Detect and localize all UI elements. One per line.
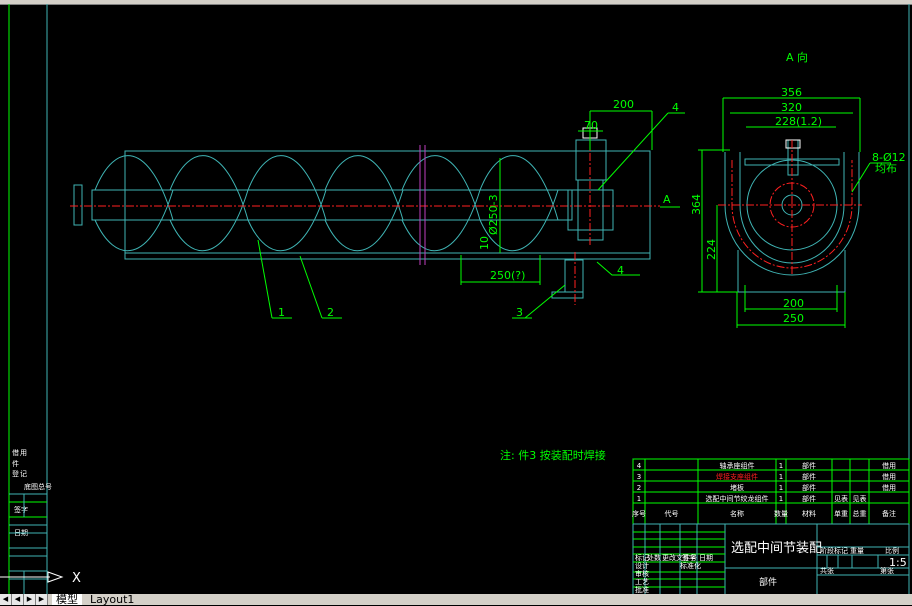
bom-cell-material: 部件 xyxy=(802,483,816,492)
dim-diameter: Ø250-3 xyxy=(487,194,500,235)
view-label: A 向 xyxy=(786,50,808,64)
bom-header-remark: 备注 xyxy=(882,509,896,518)
title-block-label: 阶段标记 xyxy=(820,546,848,555)
title-block-label: 日期 xyxy=(699,554,713,562)
left-strip: 借 用 件 登 记 底图总号 签字 日期 xyxy=(9,448,52,594)
title-block-label: 设计 xyxy=(635,561,649,570)
bom-cell-no: 2 xyxy=(637,484,641,492)
bom-table: 4 轴承座组件 1 部件 借用3 焊接支座组件 1 部件 借用2 堵板 1 部件 借用1 选配中间节绞龙组… xyxy=(632,458,910,524)
bom-cell-no: 3 xyxy=(637,473,641,481)
tab-last-button[interactable]: ▶ xyxy=(36,594,48,605)
tab-prev-button[interactable]: ◀ xyxy=(12,594,24,605)
balloon-2: 2 xyxy=(327,306,334,319)
cad-drawing-canvas[interactable]: 借 用 件 登 记 底图总号 签字 日期 X 200 70 250(?) Ø25… xyxy=(0,4,912,594)
bom-cell-no: 4 xyxy=(637,462,642,470)
flight xyxy=(401,155,481,252)
balloon-1: 1 xyxy=(278,306,285,319)
trough-outline xyxy=(124,150,651,260)
flight xyxy=(169,155,249,252)
bom-header-name: 名称 xyxy=(730,509,744,518)
bom-cell-qty: 1 xyxy=(779,473,783,481)
dim-250: 250 xyxy=(783,312,804,325)
flight xyxy=(94,155,174,252)
bom-header-no: 序号 xyxy=(632,509,646,518)
support-bracket xyxy=(564,259,584,293)
bom-cell-qty: 1 xyxy=(779,495,783,503)
svg-text:X: X xyxy=(72,571,81,586)
bom-cell-material: 部件 xyxy=(802,461,816,470)
bom-cell-material: 部件 xyxy=(802,494,816,503)
flight xyxy=(247,155,327,252)
title-block: 4 轴承座组件 1 部件 借用3 焊接支座组件 1 部件 借用2 堵板 1 部件 借用1 选配中间节绞龙组… xyxy=(632,458,910,594)
bom-cell-name: 堵板 xyxy=(730,483,744,492)
dim-320: 320 xyxy=(781,101,802,114)
title-block-label: 批准 xyxy=(635,585,649,594)
dim-356: 356 xyxy=(781,86,802,99)
strip-label: 借 xyxy=(12,448,19,457)
bom-cell-qty: 1 xyxy=(779,462,783,470)
balloon-3: 3 xyxy=(516,306,523,319)
title-block-label: 工艺 xyxy=(635,578,649,586)
bom-header-unit_wt: 单重 xyxy=(834,509,848,518)
tab-layout1[interactable]: Layout1 xyxy=(86,594,138,605)
assembly-note: 注: 件3 按装配时焊接 xyxy=(500,448,606,462)
side-view-a[interactable]: A 向 356 320 228(1.2) 364 224 200 250 8-Ø… xyxy=(690,50,906,328)
drawing-title: 选配中间节装配 xyxy=(731,541,822,556)
bom-header-total_wt: 总重 xyxy=(853,509,867,518)
weld-symbol: 4 xyxy=(617,264,624,277)
title-block-label: 签字 xyxy=(682,553,696,562)
tab-first-button[interactable]: ◀ xyxy=(0,594,12,605)
main-view[interactable]: 200 70 250(?) Ø250-3 10 4 A 1 2 3 4 xyxy=(70,98,685,319)
dim-pitch: 250(?) xyxy=(490,269,525,282)
title-block-label: 共张 xyxy=(820,566,834,575)
dim-10: 10 xyxy=(478,236,491,250)
bom-header-material: 材料 xyxy=(802,509,816,518)
bom-cell-no: 1 xyxy=(637,495,641,503)
title-block-label: 审核 xyxy=(635,569,649,578)
dim-70: 70 xyxy=(584,119,598,132)
bom-cell-total_wt: 见表 xyxy=(853,494,867,503)
bom-cell-name: 焊接支座组件 xyxy=(716,472,758,481)
bom-cell-qty: 1 xyxy=(779,484,783,492)
bom-cell-remark: 借用 xyxy=(882,472,896,481)
title-block-label: 重量 xyxy=(850,547,864,555)
flight xyxy=(324,155,404,252)
bom-cell-material: 部件 xyxy=(802,472,816,481)
shaft-end-flange xyxy=(73,184,83,226)
bom-cell-name: 轴承座组件 xyxy=(720,461,755,470)
layout-tab-bar: ◀ ◀ ▶ ▶ 模型 Layout1 xyxy=(0,594,912,605)
title-block-label: 第张 xyxy=(880,566,894,575)
dim-200b: 200 xyxy=(783,297,804,310)
title-block-label: 处数 xyxy=(647,553,661,562)
holes-note-sub: 均布 xyxy=(875,162,897,175)
bom-cell-remark: 借用 xyxy=(882,483,896,492)
bom-cell-unit_wt: 见表 xyxy=(834,494,848,503)
strip-label: 记 xyxy=(20,470,27,478)
strip-label: 登 xyxy=(12,469,19,478)
bom-header-code: 代号 xyxy=(665,509,679,518)
section-marker-a: A xyxy=(663,193,671,206)
balloon-4: 4 xyxy=(672,101,679,114)
dim-364: 364 xyxy=(690,194,703,215)
dim-228: 228(1.2) xyxy=(775,115,822,128)
bom-cell-remark: 借用 xyxy=(882,461,896,470)
dim-224: 224 xyxy=(705,239,718,260)
dim-200: 200 xyxy=(613,98,634,111)
drawing-subtitle: 部件 xyxy=(759,576,777,588)
title-block-label: 标准化 xyxy=(680,561,701,570)
tab-model[interactable]: 模型 xyxy=(52,594,82,605)
tab-next-button[interactable]: ▶ xyxy=(24,594,36,605)
title-block-label: 比例 xyxy=(885,546,899,555)
strip-label: 件 xyxy=(12,459,19,468)
bom-header-qty: 数量 xyxy=(774,509,788,518)
strip-label: 底图总号 xyxy=(24,482,52,491)
strip-label: 用 xyxy=(20,449,27,457)
strip-label: 签字 xyxy=(14,505,28,514)
bom-cell-name: 选配中间节绞龙组件 xyxy=(706,494,769,503)
